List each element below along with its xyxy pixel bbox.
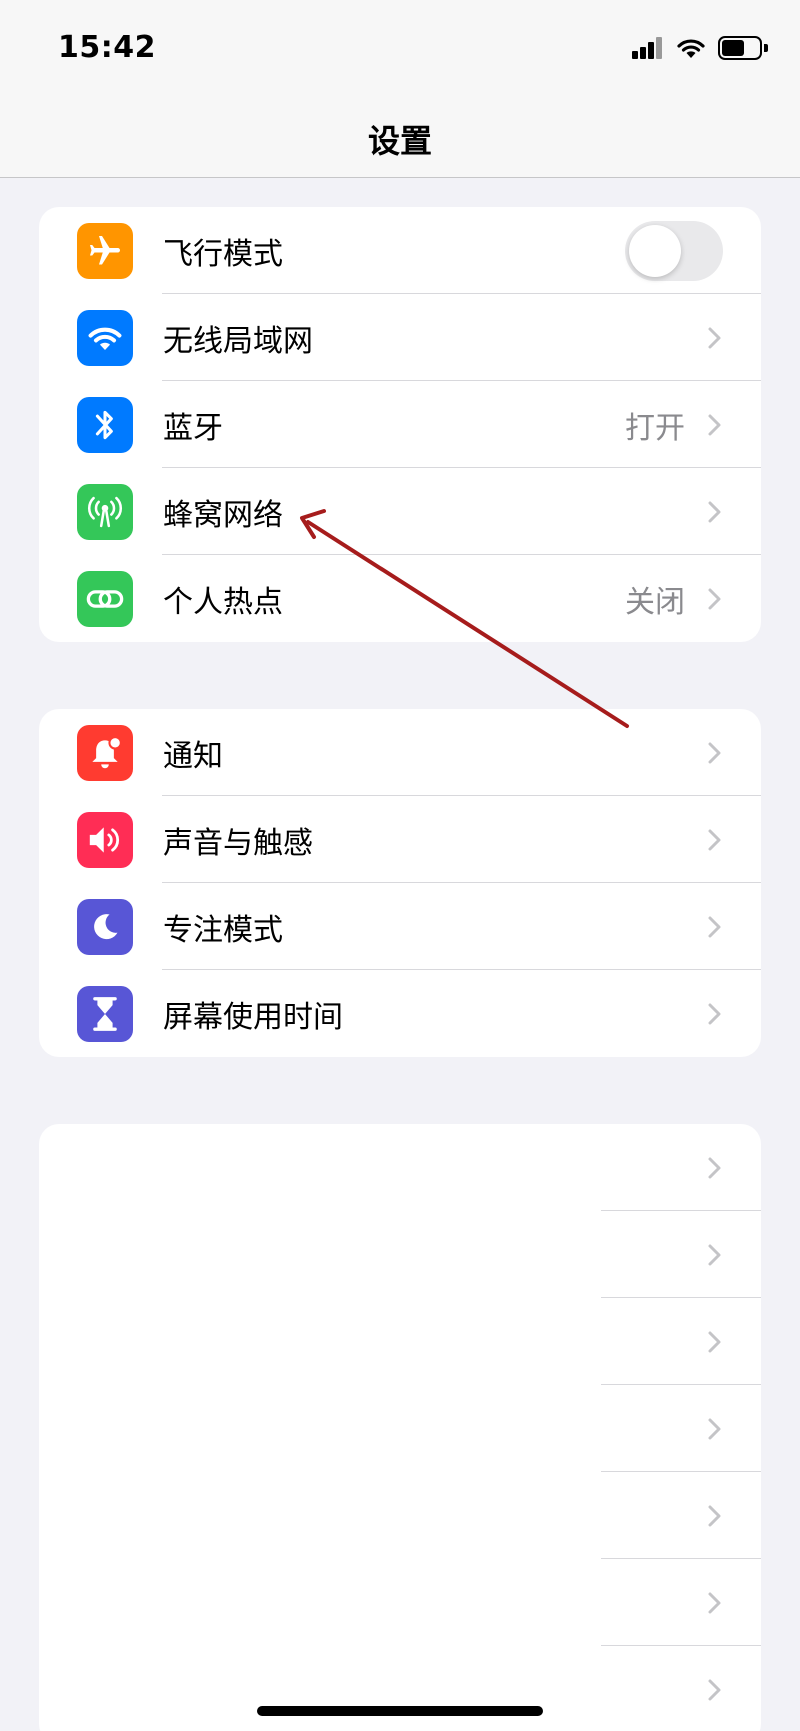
chevron-right-icon: [708, 829, 721, 851]
status-icons: [632, 36, 768, 60]
row-label: 蓝牙: [163, 410, 223, 446]
bluetooth-icon: [77, 397, 133, 453]
connectivity-group: 飞行模式 无线局域网 蓝牙 打开 蜂窝网络 个人热点 关闭: [39, 207, 761, 642]
chevron-right-icon: [708, 1592, 721, 1614]
settings-row-blank[interactable]: [39, 1559, 761, 1646]
wifi-icon: [77, 310, 133, 366]
settings-row-blank[interactable]: [39, 1211, 761, 1298]
moon-icon: [77, 899, 133, 955]
status-time: 15:42: [58, 30, 156, 65]
link-icon: [77, 571, 133, 627]
chevron-right-icon: [708, 414, 721, 436]
settings-row-notifications[interactable]: 通知: [39, 709, 761, 796]
settings-row-screen-time[interactable]: 屏幕使用时间: [39, 970, 761, 1057]
chevron-right-icon: [708, 1244, 721, 1266]
airplane-icon: [77, 223, 133, 279]
settings-row-personal-hotspot[interactable]: 个人热点 关闭: [39, 555, 761, 642]
cellular-signal-icon: [632, 37, 664, 59]
chevron-right-icon: [708, 1003, 721, 1025]
settings-row-blank[interactable]: [39, 1298, 761, 1385]
settings-row-blank[interactable]: [39, 1124, 761, 1211]
chevron-right-icon: [708, 327, 721, 349]
chevron-right-icon: [708, 742, 721, 764]
speaker-icon: [77, 812, 133, 868]
row-value: 关闭: [625, 584, 685, 620]
chevron-right-icon: [708, 588, 721, 610]
chevron-right-icon: [708, 1679, 721, 1701]
row-label: 飞行模式: [163, 236, 283, 272]
battery-icon: [718, 36, 768, 60]
chevron-right-icon: [708, 501, 721, 523]
notifications-group: 通知 声音与触感 专注模式 屏幕使用时间: [39, 709, 761, 1057]
status-bar: 15:42: [0, 0, 800, 96]
wifi-status-icon: [677, 39, 705, 58]
notification-bell-icon: [77, 725, 133, 781]
airplane-mode-toggle[interactable]: [625, 221, 723, 281]
row-label: 个人热点: [163, 584, 283, 620]
settings-screen: 15:42 设置 飞行模式 无线局域网 蓝牙 打开 蜂窝网络 个人热点 关闭 通…: [0, 0, 800, 1731]
chevron-right-icon: [708, 1418, 721, 1440]
row-value: 打开: [625, 410, 685, 446]
settings-row-airplane-mode[interactable]: 飞行模式: [39, 207, 761, 294]
page-title: 设置: [367, 122, 432, 160]
row-label: 无线局域网: [163, 323, 313, 359]
home-indicator[interactable]: [257, 1706, 543, 1716]
settings-row-focus[interactable]: 专注模式: [39, 883, 761, 970]
chevron-right-icon: [708, 916, 721, 938]
row-label: 通知: [163, 738, 223, 774]
row-label: 声音与触感: [163, 825, 313, 861]
row-label: 专注模式: [163, 912, 283, 948]
settings-row-wifi[interactable]: 无线局域网: [39, 294, 761, 381]
settings-row-bluetooth[interactable]: 蓝牙 打开: [39, 381, 761, 468]
settings-row-cellular[interactable]: 蜂窝网络: [39, 468, 761, 555]
navigation-bar: 设置: [0, 96, 800, 178]
chevron-right-icon: [708, 1331, 721, 1353]
hourglass-icon: [77, 986, 133, 1042]
row-label: 蜂窝网络: [163, 497, 283, 533]
general-settings-group: [39, 1124, 761, 1731]
settings-row-blank[interactable]: [39, 1385, 761, 1472]
row-label: 屏幕使用时间: [163, 999, 343, 1035]
settings-row-sounds[interactable]: 声音与触感: [39, 796, 761, 883]
chevron-right-icon: [708, 1505, 721, 1527]
settings-row-blank[interactable]: [39, 1472, 761, 1559]
settings-row-blank[interactable]: [39, 1646, 761, 1731]
chevron-right-icon: [708, 1157, 721, 1179]
antenna-icon: [77, 484, 133, 540]
